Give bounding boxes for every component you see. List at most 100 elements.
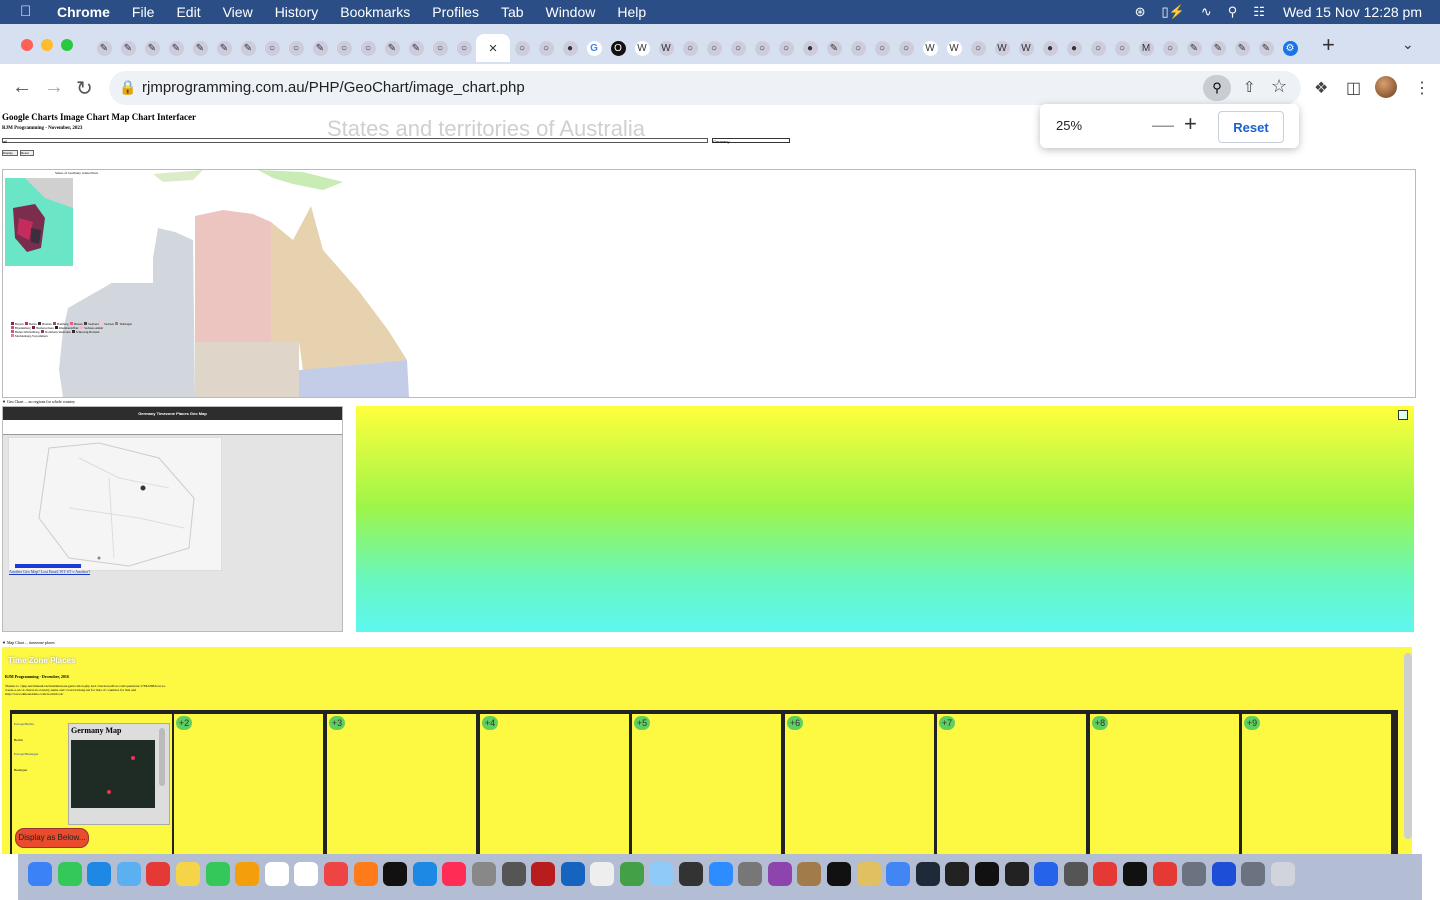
safari-app-icon[interactable] xyxy=(87,862,112,886)
offset-badge[interactable]: +9 xyxy=(1244,716,1260,730)
filezilla-app-icon[interactable] xyxy=(531,862,556,886)
opera3-app-icon[interactable] xyxy=(1152,862,1177,886)
tab[interactable]: ✎ xyxy=(236,34,260,62)
tab[interactable]: ✎ xyxy=(1254,34,1278,62)
tab[interactable]: ○ xyxy=(1110,34,1134,62)
tab[interactable]: ✎ xyxy=(404,34,428,62)
proxyman-app-icon[interactable] xyxy=(915,862,940,886)
tab-search-chevron-icon[interactable]: ⌄ xyxy=(1402,36,1414,53)
tab[interactable]: ✎ xyxy=(1182,34,1206,62)
tab[interactable]: ○ xyxy=(870,34,894,62)
offset-badge[interactable]: +8 xyxy=(1092,716,1108,730)
tab[interactable]: ○ xyxy=(678,34,702,62)
zoom-window-button[interactable] xyxy=(61,39,73,51)
app-store-app-icon[interactable] xyxy=(412,862,437,886)
lock-icon[interactable]: 🔒 xyxy=(119,79,136,96)
tab[interactable]: M xyxy=(1134,34,1158,62)
tab[interactable]: ✎ xyxy=(140,34,164,62)
wifi-icon[interactable]: ∿ xyxy=(1201,4,1212,20)
geo-chart-details-summary[interactable]: ▼ Geo Chart ... no regions for whole cou… xyxy=(2,399,75,404)
map-chart-details-summary[interactable]: ▼ Map Chart ... timezone places xyxy=(2,640,55,645)
tab[interactable]: ● xyxy=(798,34,822,62)
terminal2-app-icon[interactable] xyxy=(1004,862,1029,886)
search-icon[interactable]: ⚲ xyxy=(1228,4,1238,20)
map-region-nt[interactable] xyxy=(195,210,271,342)
tab[interactable]: ✎ xyxy=(380,34,404,62)
bookmark-star-icon[interactable]: ☆ xyxy=(1271,76,1287,97)
tab[interactable]: ✎ xyxy=(92,34,116,62)
tab[interactable]: ○ xyxy=(534,34,558,62)
tab[interactable]: ● xyxy=(1062,34,1086,62)
display-button[interactable]: Display xyxy=(2,150,18,156)
zoom-icon[interactable]: ⚲ xyxy=(1203,75,1231,101)
tab[interactable]: ● xyxy=(1038,34,1062,62)
menu-tab[interactable]: Tab xyxy=(501,4,524,20)
zoom-in-button[interactable]: + xyxy=(1184,111,1197,137)
edit-icon[interactable] xyxy=(1398,410,1408,420)
new-tab-button[interactable]: + xyxy=(1322,32,1335,58)
tab[interactable]: W xyxy=(990,34,1014,62)
tab[interactable]: ○ xyxy=(774,34,798,62)
menu-window[interactable]: Window xyxy=(546,4,596,20)
apple-icon[interactable]:  xyxy=(20,3,31,20)
battery-icon[interactable]: ▯⚡ xyxy=(1162,4,1185,20)
back-button[interactable]: ← xyxy=(12,76,32,99)
menu-file[interactable]: File xyxy=(132,4,155,20)
finder-app-icon[interactable] xyxy=(28,862,52,886)
mail-app-icon[interactable] xyxy=(116,862,141,886)
tab[interactable]: ○ xyxy=(846,34,870,62)
tab[interactable]: ○ xyxy=(260,34,284,62)
bbedit-app-icon[interactable] xyxy=(679,862,704,886)
tab[interactable]: ✎ xyxy=(188,34,212,62)
tab[interactable]: ● xyxy=(558,34,582,62)
messages-app-icon[interactable] xyxy=(57,862,82,886)
menu-edit[interactable]: Edit xyxy=(176,4,200,20)
tab[interactable]: ○ xyxy=(332,34,356,62)
zoom-out-button[interactable]: — xyxy=(1152,112,1174,138)
display-as-below-button[interactable]: Display as Below... xyxy=(15,828,89,848)
tab[interactable]: ○ xyxy=(966,34,990,62)
control-center-icon[interactable]: ☷ xyxy=(1253,4,1265,20)
tab[interactable]: ✎ xyxy=(212,34,236,62)
opera-app-icon[interactable] xyxy=(146,862,171,886)
tab[interactable]: ○ xyxy=(452,34,476,62)
trash-app-icon[interactable] xyxy=(1270,862,1295,886)
offset-badge[interactable]: +4 xyxy=(482,716,498,730)
calendar-app-icon[interactable] xyxy=(264,862,289,886)
tab[interactable]: ○ xyxy=(702,34,726,62)
zoom-reset-button[interactable]: Reset xyxy=(1218,111,1284,143)
chart-text-input[interactable]: all xyxy=(2,138,708,144)
address-bar[interactable]: 🔒 rjmprogramming.com.au/PHP/GeoChart/ima… xyxy=(109,71,1301,105)
news-app-icon[interactable] xyxy=(323,862,348,886)
bluetooth-icon[interactable]: ⊛ xyxy=(1135,4,1146,20)
tab[interactable]: W xyxy=(942,34,966,62)
menu-bookmarks[interactable]: Bookmarks xyxy=(340,4,410,20)
tab[interactable]: G xyxy=(582,34,606,62)
notes-app-icon[interactable] xyxy=(175,862,200,886)
chrome-app-icon[interactable] xyxy=(886,862,911,886)
reset-button[interactable]: Reset xyxy=(20,150,34,156)
tab[interactable]: ✎ xyxy=(308,34,332,62)
timezone-place-link[interactable]: Europe/Berlin xyxy=(14,722,34,726)
close-window-button[interactable] xyxy=(21,39,33,51)
more-menu-icon[interactable]: ⋮ xyxy=(1414,78,1430,98)
side-panel-icon[interactable]: ◫ xyxy=(1346,78,1361,98)
tab[interactable]: W xyxy=(654,34,678,62)
preview-app-icon[interactable] xyxy=(649,862,674,886)
menu-clock[interactable]: Wed 15 Nov 12:28 pm xyxy=(1283,4,1422,20)
tv-app-icon[interactable] xyxy=(383,862,408,886)
tab[interactable]: ○ xyxy=(356,34,380,62)
system-app-icon[interactable] xyxy=(738,862,763,886)
tab[interactable]: ⚙ xyxy=(1278,34,1302,62)
menu-app[interactable]: Chrome xyxy=(57,4,110,20)
podcasts-app-icon[interactable] xyxy=(767,862,792,886)
offset-badge[interactable]: +3 xyxy=(329,716,345,730)
offset-badge[interactable]: +7 xyxy=(939,716,955,730)
music-app-icon[interactable] xyxy=(442,862,467,886)
reminders-app-icon[interactable] xyxy=(294,862,319,886)
place-marker-busingen[interactable] xyxy=(97,556,101,560)
xcode-app-icon[interactable] xyxy=(560,862,585,886)
url-text[interactable]: rjmprogramming.com.au/PHP/GeoChart/image… xyxy=(142,79,525,96)
tab[interactable]: ○ xyxy=(1086,34,1110,62)
tab[interactable]: ✎ xyxy=(1206,34,1230,62)
